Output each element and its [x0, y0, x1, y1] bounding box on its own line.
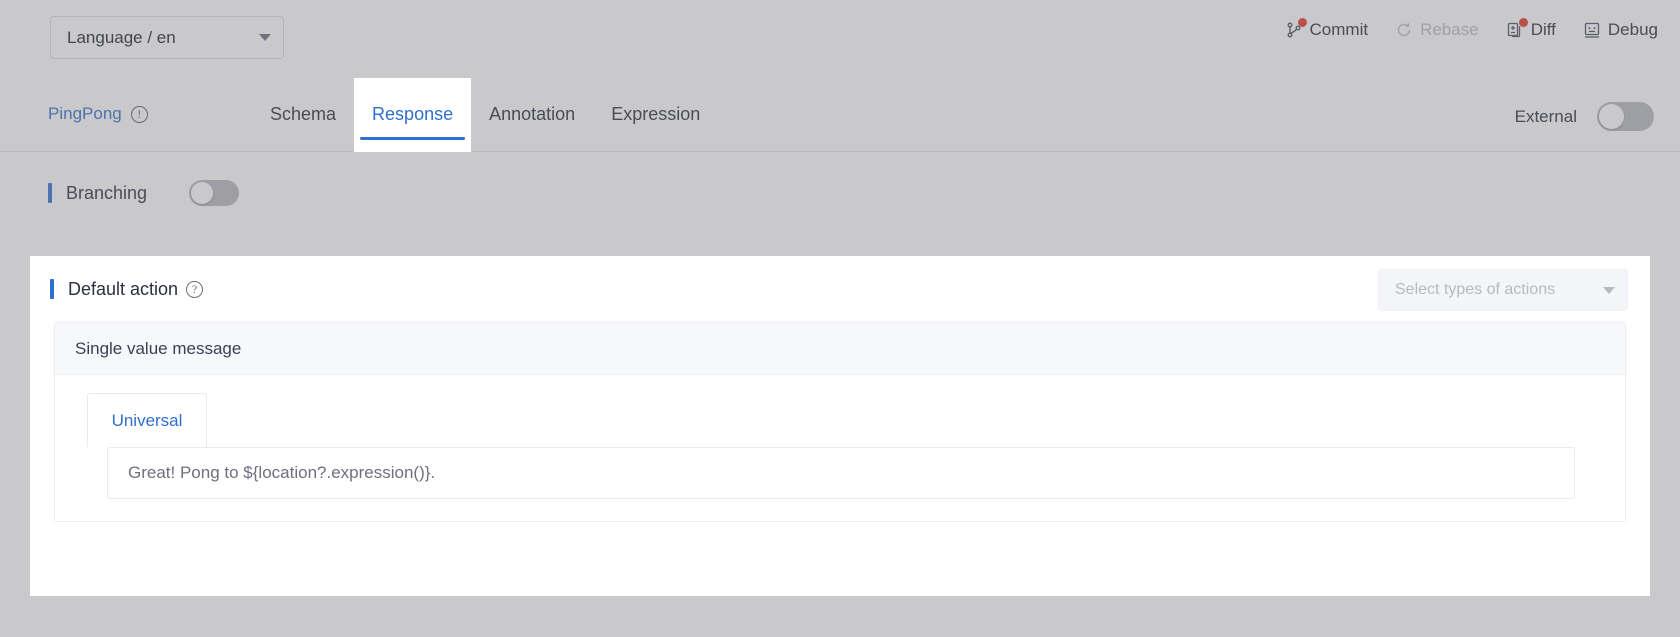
tab-annotation[interactable]: Annotation	[471, 78, 593, 152]
default-action-panel: Default action ? Select types of actions…	[30, 256, 1650, 596]
page-bottom-strip	[0, 596, 1680, 637]
tab-annotation-label: Annotation	[489, 104, 576, 124]
diff-button[interactable]: Diff	[1505, 18, 1556, 40]
branching-label: Branching	[66, 182, 148, 203]
default-action-label: Default action	[68, 278, 179, 299]
message-input[interactable]: Great! Pong to ${location?.expression()}…	[107, 447, 1575, 499]
chevron-down-icon	[1603, 286, 1615, 294]
default-action-heading: Default action	[50, 279, 178, 300]
debug-button[interactable]: Debug	[1582, 20, 1658, 40]
tab-schema[interactable]: Schema	[252, 78, 354, 152]
action-type-select-placeholder: Select types of actions	[1395, 281, 1556, 298]
tab-expression-label: Expression	[611, 104, 701, 124]
card-title: Single value message	[55, 323, 1625, 375]
diff-badge-dot	[1518, 18, 1528, 27]
message-input-value: Great! Pong to ${location?.expression()}…	[128, 463, 436, 482]
external-toggle[interactable]	[1597, 102, 1654, 131]
external-toggle-group: External	[1515, 102, 1654, 131]
external-toggle-knob	[1599, 104, 1624, 129]
rebase-button[interactable]: Rebase	[1394, 20, 1479, 40]
single-value-message-card: Single value message Universal Great! Po…	[54, 322, 1626, 522]
commit-button[interactable]: Commit	[1284, 18, 1369, 40]
rebase-label: Rebase	[1420, 20, 1479, 39]
commit-badge-dot	[1297, 18, 1307, 27]
card-body: Universal Great! Pong to ${location?.exp…	[55, 375, 1625, 521]
tab-universal-label: Universal	[111, 410, 183, 430]
app-root: Language / en Commit Rebase Diff Debug P…	[0, 0, 1680, 637]
language-select-value: Language / en	[67, 27, 176, 47]
default-action-header: Default action ? Select types of actions	[30, 256, 1650, 322]
question-circle-icon[interactable]: ?	[186, 280, 204, 298]
tab-universal[interactable]: Universal	[87, 393, 207, 447]
branching-toggle[interactable]	[189, 180, 240, 206]
card-tab-list: Universal	[55, 393, 1625, 447]
debug-face-icon	[1582, 20, 1602, 40]
accent-bar	[48, 183, 52, 203]
accent-bar	[50, 279, 54, 299]
action-type-select[interactable]: Select types of actions	[1378, 269, 1628, 311]
branching-toggle-knob	[191, 182, 214, 204]
tab-schema-label: Schema	[270, 104, 337, 124]
tab-list: Schema Response Annotation Expression	[252, 78, 718, 152]
language-select[interactable]: Language / en	[50, 16, 284, 59]
diff-label: Diff	[1530, 20, 1556, 39]
file-diff-icon	[1505, 18, 1528, 40]
chevron-down-icon	[259, 34, 271, 41]
info-circle-icon[interactable]: !	[130, 105, 148, 123]
commit-label: Commit	[1309, 20, 1369, 39]
git-branch-icon	[1284, 18, 1307, 40]
refresh-icon	[1394, 20, 1414, 40]
top-bar: Language / en Commit Rebase Diff Debug	[0, 0, 1680, 78]
top-actions: Commit Rebase Diff Debug	[1284, 18, 1658, 40]
debug-label: Debug	[1607, 20, 1658, 39]
external-label: External	[1514, 106, 1577, 126]
entity-name[interactable]: PingPong !	[48, 104, 148, 124]
tab-response[interactable]: Response	[354, 78, 472, 152]
tab-expression[interactable]: Expression	[593, 78, 718, 152]
tab-row: PingPong ! Schema Response Annotation Ex…	[0, 78, 1680, 152]
branching-row: Branching	[0, 152, 1680, 234]
entity-name-label: PingPong	[48, 104, 122, 123]
tab-response-label: Response	[372, 104, 454, 124]
branching-heading: Branching	[48, 183, 147, 204]
